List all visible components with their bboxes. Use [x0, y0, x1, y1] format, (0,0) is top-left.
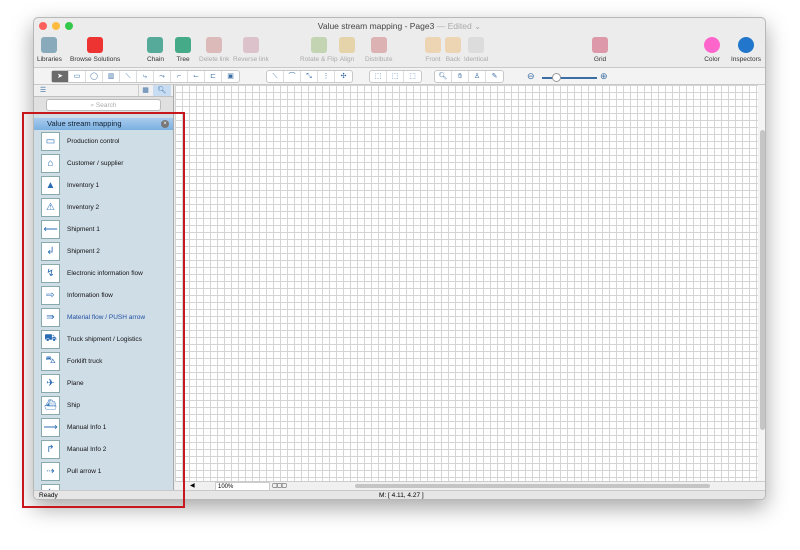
polyline-tool[interactable]: ⤡: [301, 71, 318, 82]
distribute-label: Distribute: [365, 56, 393, 63]
tree-connector-tool[interactable]: ⊏: [205, 71, 222, 82]
grid-view-icon[interactable]: ▦: [138, 85, 152, 96]
chain-label: Chain: [147, 56, 164, 63]
tree-button[interactable]: Tree: [175, 36, 191, 63]
distribute-button[interactable]: Distribute: [365, 36, 392, 63]
front-label: Front: [425, 56, 441, 63]
front-button[interactable]: Front: [425, 36, 441, 63]
horizontal-scrollbar[interactable]: [355, 484, 710, 488]
grid-icon: [592, 37, 608, 53]
group-tool[interactable]: ⬚: [370, 71, 387, 82]
rectangle-tool[interactable]: ▭: [69, 71, 86, 82]
chain-button[interactable]: Chain: [147, 36, 164, 63]
chain-icon: [147, 37, 164, 53]
edited-indicator[interactable]: — Edited ⌄: [437, 21, 481, 31]
shape-tools: ➤ ▭ ◯ ▥ ⟍ ⤷ ⤳ ⌐ ⌙ ⊏ ▣: [51, 70, 240, 83]
connector-tool[interactable]: ⟍: [120, 71, 137, 82]
distribute-icon: [370, 37, 387, 53]
rotate-flip-icon: [310, 37, 327, 53]
inspectors-button[interactable]: Inspectors: [731, 36, 761, 63]
back-label: Back: [445, 56, 461, 63]
insert-tool[interactable]: ▣: [222, 71, 239, 82]
back-icon: [445, 37, 461, 53]
group-tools: ⬚ ⬚ ⬚: [369, 70, 422, 83]
bezier-tool[interactable]: ⋮: [318, 71, 335, 82]
color-label: Color: [704, 56, 720, 63]
search-input[interactable]: ⌕ Search: [46, 99, 161, 111]
reverse-link-button[interactable]: Reverse link: [233, 36, 269, 63]
search-placeholder: Search: [95, 102, 117, 109]
delete-link-button[interactable]: Delete link: [199, 36, 229, 63]
browse-solutions-icon: [87, 37, 104, 53]
align-icon: [339, 37, 355, 53]
delete-link-icon: [206, 37, 223, 53]
delete-link-label: Delete link: [199, 56, 230, 63]
curve-connector-tool[interactable]: ⤷: [137, 71, 154, 82]
drawing-canvas[interactable]: [175, 85, 758, 481]
zoom-button[interactable]: [65, 22, 73, 30]
vertical-scrollbar[interactable]: [758, 85, 765, 481]
search-icon[interactable]: 🔍︎: [153, 85, 171, 96]
back-button[interactable]: Back: [445, 36, 461, 63]
zoom-out-icon[interactable]: ⊖: [527, 71, 535, 82]
view-tools: 🔍︎ ✋︎ ♙ ✎: [434, 70, 504, 83]
canvas-bottom-bar: ◀ 100% ▢▢▢: [175, 481, 765, 492]
stamp-icon[interactable]: ♙: [469, 71, 486, 82]
grid-label: Grid: [593, 56, 607, 63]
color-button[interactable]: Color: [704, 36, 720, 63]
tree-icon: [175, 37, 191, 53]
libraries-label: Libraries: [37, 56, 62, 63]
close-button[interactable]: [39, 22, 47, 30]
grid-button[interactable]: Grid: [592, 36, 608, 63]
identical-icon: [468, 37, 485, 53]
tree-label: Tree: [176, 56, 190, 63]
arc-tool[interactable]: ⌒: [284, 71, 301, 82]
zoom-in-icon[interactable]: ⊕: [600, 71, 608, 82]
spline-tool[interactable]: ✣: [335, 71, 352, 82]
page-buttons[interactable]: ▢▢▢: [272, 482, 287, 490]
highlight-frame: [22, 112, 185, 508]
window-title: Value stream mapping - Page3: [317, 21, 435, 31]
hand-icon[interactable]: ✋︎: [452, 71, 469, 82]
orthogonal-connector-tool[interactable]: ⌐: [171, 71, 188, 82]
color-icon: [704, 37, 720, 53]
title-bar: Value stream mapping - Page3 — Edited ⌄: [34, 18, 765, 34]
main-toolbar: Libraries Browse Solutions Chain Tree Delete…: [34, 34, 765, 68]
browse-solutions-button[interactable]: Browse Solutions: [70, 36, 120, 63]
ellipse-tool[interactable]: ◯: [86, 71, 103, 82]
ungroup-tool[interactable]: ⬚: [387, 71, 404, 82]
align-button[interactable]: Align: [339, 36, 355, 63]
inspectors-icon: [738, 37, 754, 53]
eyedropper-icon[interactable]: ✎: [486, 71, 503, 82]
rotate-flip-button[interactable]: Rotate & Flip: [300, 36, 338, 63]
zoom-tool-icon[interactable]: 🔍︎: [435, 71, 452, 82]
lock-tool[interactable]: ⬚: [404, 71, 421, 82]
rotate-flip-label: Rotate & Flip: [300, 56, 338, 63]
round-connector-tool[interactable]: ⌙: [188, 71, 205, 82]
front-icon: [425, 37, 441, 53]
mouse-coordinates: M: [ 4.11, 4.27 ]: [379, 492, 424, 499]
browse-solutions-label: Browse Solutions: [70, 56, 121, 63]
align-label: Align: [339, 56, 355, 63]
zoom-slider[interactable]: [542, 77, 597, 79]
text-tool[interactable]: ▥: [103, 71, 120, 82]
library-list-icon[interactable]: ☰: [36, 85, 50, 96]
reverse-link-icon: [242, 37, 259, 53]
smart-connector-tool[interactable]: ⤳: [154, 71, 171, 82]
identical-button[interactable]: Identical: [464, 36, 488, 63]
libraries-icon: [41, 37, 58, 53]
minimize-button[interactable]: [52, 22, 60, 30]
libraries-button[interactable]: Libraries: [37, 36, 62, 63]
zoom-slider-handle[interactable]: [552, 73, 561, 82]
select-tool[interactable]: ➤: [52, 71, 69, 82]
scroll-thumb[interactable]: [760, 130, 765, 430]
line-tools: ⟍ ⌒ ⤡ ⋮ ✣: [266, 70, 353, 83]
inspectors-label: Inspectors: [731, 56, 761, 63]
line-tool[interactable]: ⟍: [267, 71, 284, 82]
reverse-link-label: Reverse link: [233, 56, 269, 63]
identical-label: Identical: [464, 56, 489, 63]
page-prev-icon[interactable]: ◀: [190, 482, 195, 490]
drawing-toolbar: ➤ ▭ ◯ ▥ ⟍ ⤷ ⤳ ⌐ ⌙ ⊏ ▣ ⟍ ⌒ ⤡ ⋮ ✣ ⬚ ⬚ ⬚ 🔍︎ ✋︎ ♙ ✎ ⊖ ⊕: [34, 68, 765, 85]
